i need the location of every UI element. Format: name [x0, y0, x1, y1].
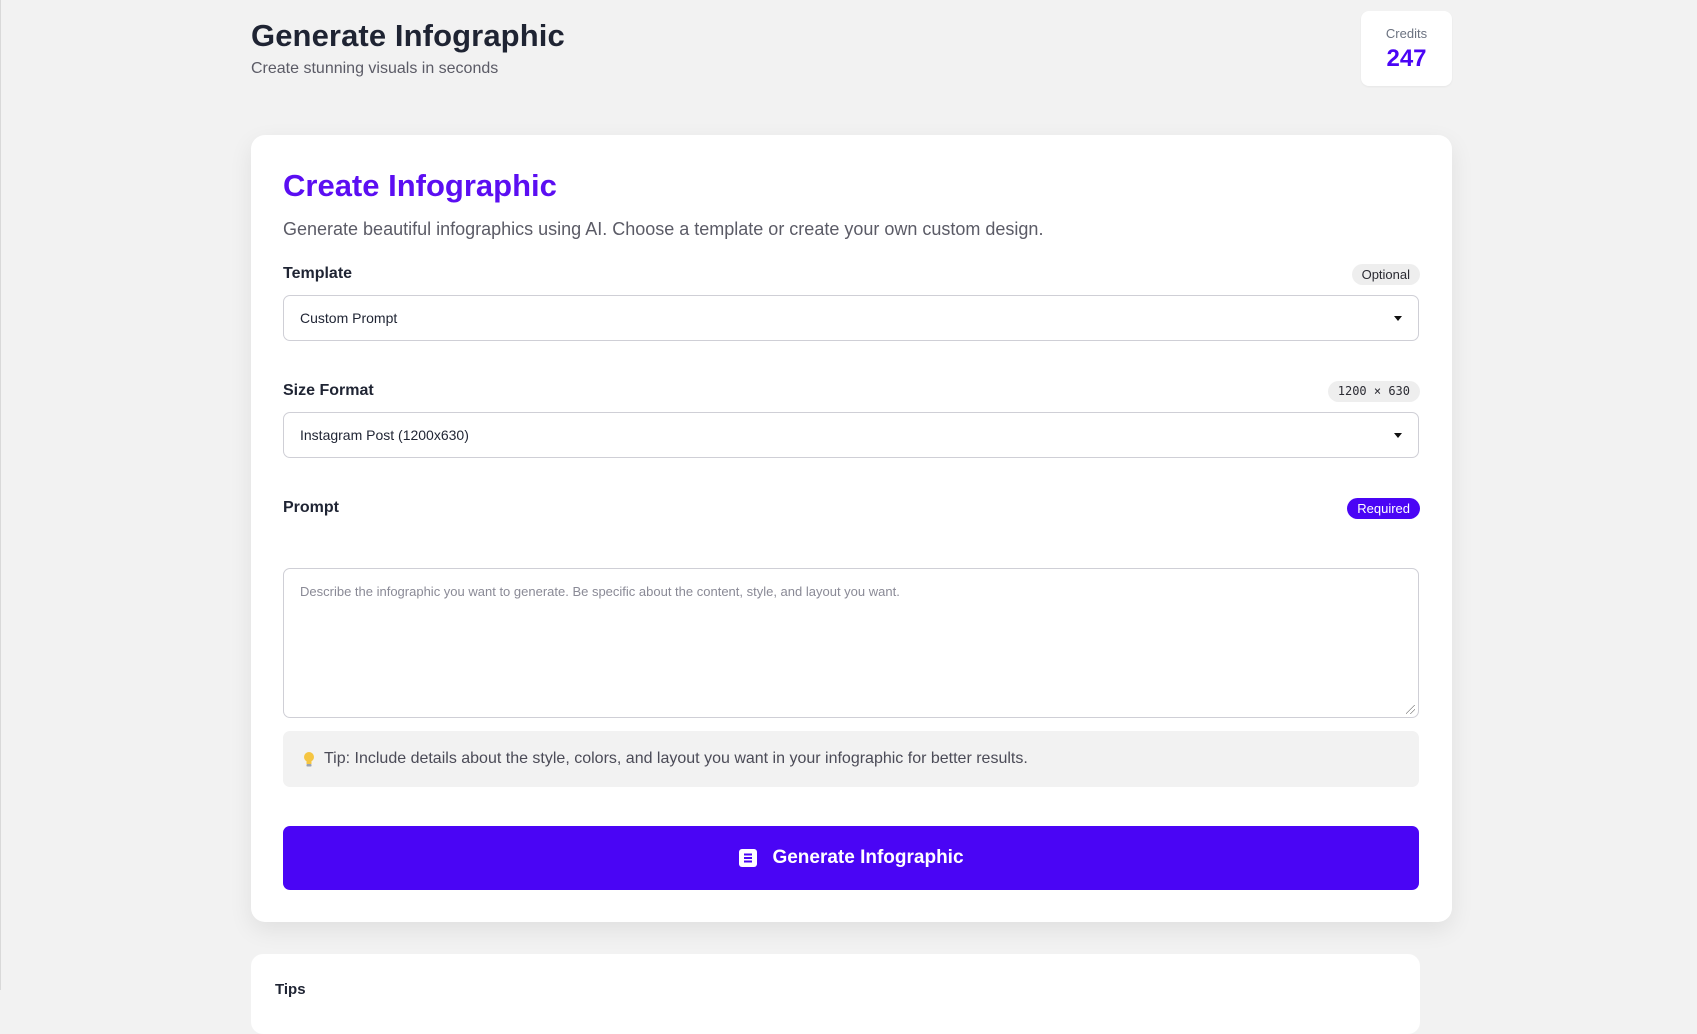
size-format-select-value: Instagram Post (1200x630): [300, 427, 469, 443]
prompt-textarea[interactable]: [284, 569, 1418, 717]
optional-badge: Optional: [1351, 264, 1420, 285]
resize-handle-icon[interactable]: [1406, 705, 1415, 714]
size-dimensions-badge: 1200 × 630: [1327, 381, 1420, 402]
lightbulb-icon: [304, 752, 314, 767]
prompt-label: Prompt: [283, 499, 339, 516]
page-title: Generate Infographic: [251, 18, 565, 53]
chevron-down-icon: [1394, 433, 1402, 438]
generate-button-label: Generate Infographic: [772, 847, 964, 868]
credits-card: Credits 247: [1361, 11, 1452, 86]
page-subtitle: Create stunning visuals in seconds: [251, 60, 499, 77]
prompt-textarea-wrapper: [283, 568, 1419, 718]
credits-label: Credits: [1385, 26, 1428, 41]
page-header: Generate Infographic Create stunning vis…: [251, 11, 1452, 88]
create-infographic-card: Create Infographic Generate beautiful in…: [251, 135, 1452, 922]
card-title: Create Infographic: [283, 168, 557, 203]
chevron-down-icon: [1394, 316, 1402, 321]
generate-infographic-button[interactable]: Generate Infographic: [283, 826, 1419, 890]
required-badge: Required: [1347, 498, 1420, 519]
generate-button-content: Generate Infographic: [283, 826, 1419, 890]
template-label: Template: [283, 265, 353, 282]
document-icon: [739, 849, 758, 867]
template-select-value: Custom Prompt: [300, 310, 398, 326]
tip-text: Tip: Include details about the style, co…: [324, 750, 1028, 767]
tip-box: Tip: Include details about the style, co…: [283, 731, 1419, 787]
template-select[interactable]: Custom Prompt: [283, 295, 1419, 341]
size-format-label: Size Format: [283, 382, 374, 399]
tips-card: Tips: [251, 954, 1420, 1034]
card-description: Generate beautiful infographics using AI…: [283, 219, 1044, 239]
size-format-select[interactable]: Instagram Post (1200x630): [283, 412, 1419, 458]
credits-value: 247: [1386, 45, 1427, 72]
